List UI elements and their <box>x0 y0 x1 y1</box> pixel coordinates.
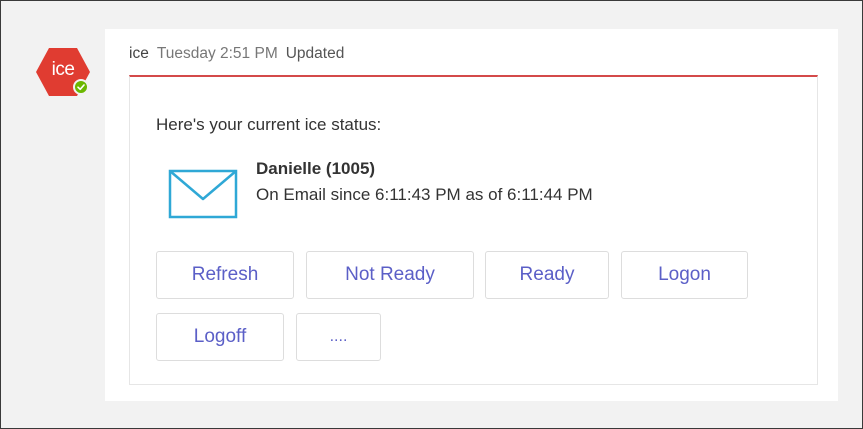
logoff-button[interactable]: Logoff <box>156 313 284 361</box>
more-actions-button[interactable]: .... <box>296 313 381 361</box>
message-sender[interactable]: ice <box>129 45 149 62</box>
agent-status-text: On Email since 6:11:43 PM as of 6:11:44 … <box>256 185 593 204</box>
logon-button[interactable]: Logon <box>621 251 748 299</box>
message-edited-label: Updated <box>285 45 345 62</box>
chat-message: ice Tuesday 2:51 PM Updated Here's your cu… <box>105 29 838 401</box>
card-intro-text: Here's your current ice status: <box>156 115 382 134</box>
presence-available-icon <box>73 79 89 95</box>
app-frame: ice ice Tuesday 2:51 PM Updated Here's you… <box>0 0 863 429</box>
adaptive-card: Here's your current ice status: Danielle… <box>129 75 818 385</box>
message-header: ice Tuesday 2:51 PM Updated <box>129 45 344 63</box>
refresh-button[interactable]: Refresh <box>156 251 294 299</box>
message-timestamp: Tuesday 2:51 PM <box>156 45 278 62</box>
ready-button[interactable]: Ready <box>485 251 609 299</box>
not-ready-button[interactable]: Not Ready <box>306 251 474 299</box>
bot-avatar[interactable]: ice <box>35 47 91 97</box>
envelope-icon <box>168 169 238 219</box>
agent-name: Danielle (1005) <box>256 159 376 178</box>
avatar-label: ice <box>51 59 75 80</box>
